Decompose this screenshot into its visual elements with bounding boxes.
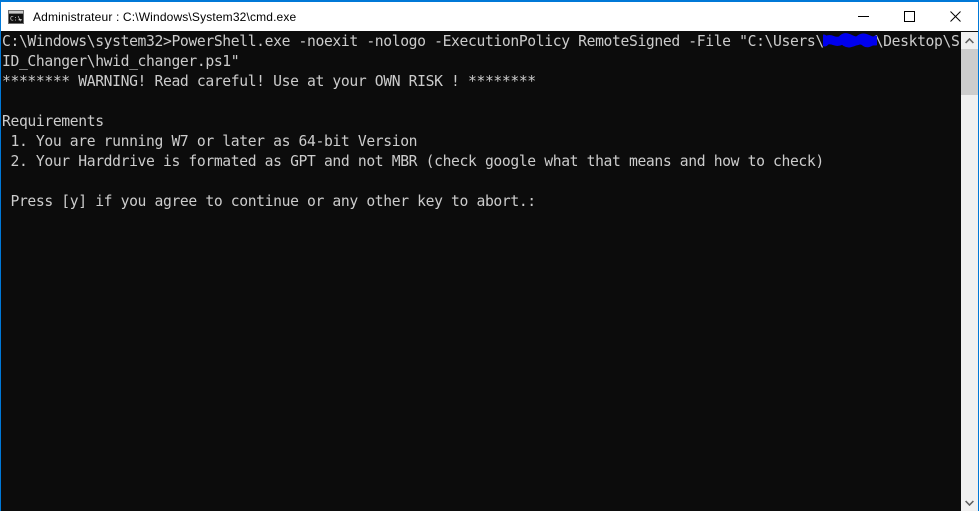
command-line-part-1: C:\Windows\system32>PowerShell.exe -noex…: [1, 32, 960, 52]
cmd-console-icon: C:\: [7, 8, 25, 26]
command-line-part-2: ID_Changer\hwid_changer.ps1": [1, 52, 960, 72]
console-output[interactable]: C:\Windows\system32>PowerShell.exe -noex…: [1, 32, 960, 511]
scroll-down-arrow[interactable]: [961, 494, 978, 511]
prompt-line: Press [y] if you agree to continue or an…: [1, 192, 960, 212]
console-window: C:\ Administrateur : C:\Windows\System32…: [0, 0, 979, 511]
title-bar[interactable]: C:\ Administrateur : C:\Windows\System32…: [1, 1, 978, 31]
console-scrollbar[interactable]: [960, 32, 978, 511]
window-controls: [840, 2, 978, 32]
console-text-run: Requirements: [2, 113, 104, 130]
scrollbar-track[interactable]: [961, 49, 978, 494]
redaction-scribble-icon: [822, 33, 877, 48]
scroll-up-arrow[interactable]: [961, 32, 978, 49]
console-text-run: Press [y] if you agree to continue or an…: [2, 193, 536, 210]
console-text-run: C:\Windows\system32>PowerShell.exe -noex…: [2, 33, 824, 50]
window-title: Administrateur : C:\Windows\System32\cmd…: [33, 9, 297, 24]
scrollbar-thumb[interactable]: [961, 49, 978, 95]
requirements-heading: Requirements: [1, 112, 960, 132]
svg-text:C:\: C:\: [10, 15, 21, 22]
warning-line: ******** WARNING! Read careful! Use at y…: [1, 72, 960, 92]
redacted-username: XXXXXX: [822, 32, 877, 52]
console-text-run: \Desktop\Sparks HW: [874, 33, 960, 50]
requirement-2: 2. Your Harddrive is formated as GPT and…: [1, 152, 960, 172]
console-area: C:\Windows\system32>PowerShell.exe -noex…: [1, 32, 978, 511]
requirement-1: 1. You are running W7 or later as 64-bit…: [1, 132, 960, 152]
minimize-button[interactable]: [840, 2, 886, 32]
close-button[interactable]: [932, 2, 978, 32]
console-text-run: ******** WARNING! Read careful! Use at y…: [2, 73, 536, 90]
maximize-button[interactable]: [886, 2, 932, 32]
console-text-run: ID_Changer\hwid_changer.ps1": [2, 53, 240, 70]
console-text-run: 2. Your Harddrive is formated as GPT and…: [2, 153, 824, 170]
console-text-run: 1. You are running W7 or later as 64-bit…: [2, 133, 418, 150]
